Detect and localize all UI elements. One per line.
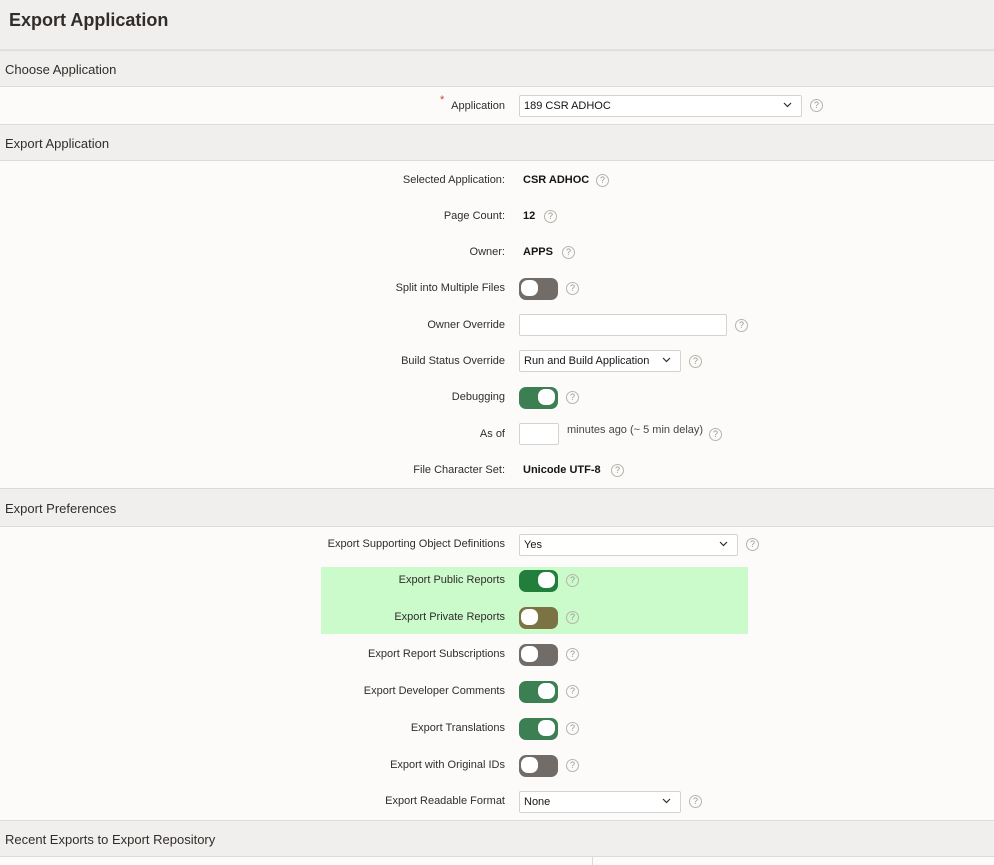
region-export-application: Export Application xyxy=(0,124,994,161)
toggle-knob xyxy=(521,280,538,296)
help-icon[interactable]: ? xyxy=(689,355,702,368)
toggle-knob xyxy=(538,683,555,699)
report-subscriptions-label: Export Report Subscriptions xyxy=(368,648,505,660)
owner-override-input[interactable] xyxy=(519,314,727,336)
help-icon[interactable]: ? xyxy=(689,795,702,808)
split-files-toggle[interactable] xyxy=(519,278,558,300)
help-icon[interactable]: ? xyxy=(566,685,579,698)
help-icon[interactable]: ? xyxy=(566,611,579,624)
selected-application-label: Selected Application: xyxy=(402,174,505,186)
help-icon[interactable]: ? xyxy=(566,391,579,404)
readable-format-label: Export Readable Format xyxy=(385,795,505,807)
supporting-objects-select[interactable]: Yes xyxy=(519,534,738,556)
help-icon[interactable]: ? xyxy=(709,428,722,441)
original-ids-label: Export with Original IDs xyxy=(390,759,505,771)
owner-override-label: Owner Override xyxy=(427,319,505,331)
chevron-down-icon xyxy=(662,798,671,804)
chevron-down-icon xyxy=(662,357,671,363)
region-title: Export Application xyxy=(5,136,110,151)
help-icon[interactable]: ? xyxy=(566,282,579,295)
application-select[interactable]: 189 CSR ADHOC xyxy=(519,95,802,117)
owner-label: Owner: xyxy=(469,246,505,258)
public-reports-label: Export Public Reports xyxy=(398,574,505,586)
help-icon[interactable]: ? xyxy=(810,99,823,112)
selected-application-value: CSR ADHOC xyxy=(523,174,590,186)
developer-comments-label: Export Developer Comments xyxy=(363,685,505,697)
page-count-label: Page Count: xyxy=(443,210,505,222)
translations-toggle[interactable] xyxy=(519,718,558,740)
help-icon[interactable]: ? xyxy=(596,174,609,187)
chevron-down-icon xyxy=(783,102,792,108)
application-select-value: 189 CSR ADHOC xyxy=(524,100,611,112)
private-reports-label: Export Private Reports xyxy=(394,611,505,623)
build-status-label: Build Status Override xyxy=(401,355,505,367)
page-header: Export Application xyxy=(0,0,994,50)
application-label: Application xyxy=(451,100,505,112)
build-status-select-value: Run and Build Application xyxy=(524,355,650,367)
original-ids-toggle[interactable] xyxy=(519,755,558,777)
debugging-label: Debugging xyxy=(451,391,505,403)
help-icon[interactable]: ? xyxy=(566,759,579,772)
toggle-knob xyxy=(538,720,555,736)
developer-comments-toggle[interactable] xyxy=(519,681,558,703)
help-icon[interactable]: ? xyxy=(566,722,579,735)
help-icon[interactable]: ? xyxy=(544,210,557,223)
region-title: Export Preferences xyxy=(5,501,117,516)
region-export-preferences: Export Preferences xyxy=(0,488,994,527)
page-count-value: 12 xyxy=(523,210,536,222)
as-of-input[interactable] xyxy=(519,423,559,445)
region-title: Recent Exports to Export Repository xyxy=(5,832,216,847)
readable-format-select-value: None xyxy=(524,796,551,808)
toggle-knob xyxy=(521,757,538,773)
help-icon[interactable]: ? xyxy=(566,574,579,587)
translations-label: Export Translations xyxy=(410,722,505,734)
help-icon[interactable]: ? xyxy=(611,464,624,477)
help-icon[interactable]: ? xyxy=(566,648,579,661)
region-recent-exports: Recent Exports to Export Repository xyxy=(0,820,994,857)
debugging-toggle[interactable] xyxy=(519,387,558,409)
charset-value: Unicode UTF-8 xyxy=(523,464,601,476)
report-subscriptions-toggle[interactable] xyxy=(519,644,558,666)
column-divider xyxy=(592,857,593,865)
page-title: Export Application xyxy=(9,10,169,30)
supporting-objects-label: Export Supporting Object Definitions xyxy=(327,538,505,550)
help-icon[interactable]: ? xyxy=(746,538,759,551)
toggle-knob xyxy=(538,389,555,405)
toggle-knob xyxy=(521,609,538,625)
required-indicator: * xyxy=(440,94,445,106)
toggle-knob xyxy=(521,646,538,662)
charset-label: File Character Set: xyxy=(413,464,505,476)
as-of-label: As of xyxy=(479,428,505,440)
chevron-down-icon xyxy=(719,541,728,547)
build-status-select[interactable]: Run and Build Application xyxy=(519,350,681,372)
owner-value: APPS xyxy=(523,246,553,258)
region-choose-application: Choose Application xyxy=(0,50,994,87)
as-of-suffix: minutes ago (~ 5 min delay) xyxy=(567,424,704,436)
private-reports-toggle[interactable] xyxy=(519,607,558,629)
readable-format-select[interactable]: None xyxy=(519,791,681,813)
supporting-objects-select-value: Yes xyxy=(524,539,542,551)
region-title: Choose Application xyxy=(5,62,117,77)
help-icon[interactable]: ? xyxy=(735,319,748,332)
public-reports-toggle[interactable] xyxy=(519,570,558,592)
help-icon[interactable]: ? xyxy=(562,246,575,259)
split-files-label: Split into Multiple Files xyxy=(395,282,505,294)
toggle-knob xyxy=(538,572,555,588)
